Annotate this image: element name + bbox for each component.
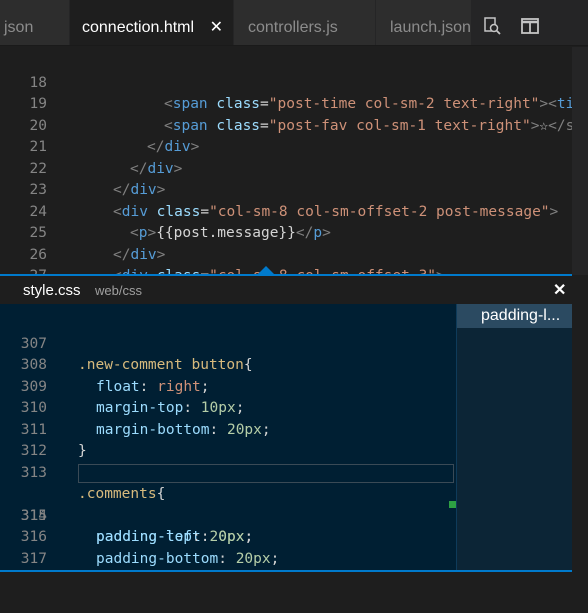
reference-item[interactable]: padding-l... xyxy=(457,304,572,328)
peek-header: style.css web/css ✕ xyxy=(0,276,572,304)
code-line: 313 .comments{ xyxy=(0,441,456,503)
code-line: 316 padding-bottom: 20px; xyxy=(0,506,456,567)
code-line: 18 <span class="post-time col-sm-2 text-… xyxy=(0,51,575,113)
split-editor-icon[interactable] xyxy=(520,16,540,36)
code-line: 19 <span class="post-fav col-sm-1 text-r… xyxy=(0,73,575,134)
tab-launch-json[interactable]: launch.json xyxy=(376,0,472,45)
main-editor[interactable]: 18 <span class="post-time col-sm-2 text-… xyxy=(0,47,575,306)
editor-bottom-area xyxy=(0,572,588,593)
code-line: 23 <div class="col-sm-8 col-sm-offset-2 … xyxy=(0,159,572,220)
editor-vertical-scrollbar[interactable] xyxy=(572,47,588,275)
code-line: 318 xyxy=(0,549,456,588)
peek-close-icon[interactable]: ✕ xyxy=(553,280,566,300)
tab-controllers-js[interactable]: controllers.js xyxy=(234,0,376,45)
code-line: 25 </div> xyxy=(0,202,572,263)
code-line: 26 <div class="col-sm-8 col-sm-offset-3"… xyxy=(0,223,572,285)
peek-file-path: web/css xyxy=(95,283,142,298)
code-line: 22 </div> xyxy=(0,137,572,199)
code-line-current: 314 padding-left: 0px; xyxy=(0,463,456,545)
open-changes-icon[interactable] xyxy=(482,16,502,36)
code-line: 317 } xyxy=(0,527,456,589)
tab-label: connection.html xyxy=(82,19,195,36)
tab-label: controllers.js xyxy=(248,19,338,36)
editor-tab-bar: json connection.html ✕ controllers.js la… xyxy=(0,0,588,46)
code-line: 27 <ul class="comments"> xyxy=(0,245,572,306)
peek-pointer-arrow xyxy=(258,266,274,274)
peek-view: 307 .new-comment button{ 308 float: righ… xyxy=(0,304,572,589)
code-line: 24 <p>{{post.message}}</p> xyxy=(0,180,572,242)
current-line-highlight xyxy=(78,463,454,483)
code-line: 312 xyxy=(0,420,456,459)
close-tab-icon[interactable]: ✕ xyxy=(210,0,223,45)
right-margin xyxy=(572,304,588,572)
code-line: 315 padding-top: 20px; xyxy=(0,484,456,546)
peek-file-name[interactable]: style.css xyxy=(23,282,81,299)
code-line: 309 margin-top: 10px; xyxy=(0,355,456,417)
peek-references-list: padding-l... xyxy=(457,304,572,570)
code-line: 311 } xyxy=(0,398,456,460)
peek-editor[interactable]: 307 .new-comment button{ 308 float: righ… xyxy=(0,304,456,589)
tab-label: json xyxy=(4,19,34,36)
code-line: 307 .new-comment button{ xyxy=(0,312,456,374)
code-line: 310 margin-bottom: 20px; xyxy=(0,377,456,438)
code-line: 21 </div> xyxy=(0,116,572,177)
code-line: 308 float: right; xyxy=(0,334,456,395)
code-line: 20 </div> xyxy=(0,94,572,156)
scrollbar-change-marker xyxy=(449,501,456,508)
tab-json[interactable]: json xyxy=(0,0,70,45)
tab-connection-html[interactable]: connection.html ✕ xyxy=(70,0,234,45)
tab-label: launch.json xyxy=(390,19,471,36)
